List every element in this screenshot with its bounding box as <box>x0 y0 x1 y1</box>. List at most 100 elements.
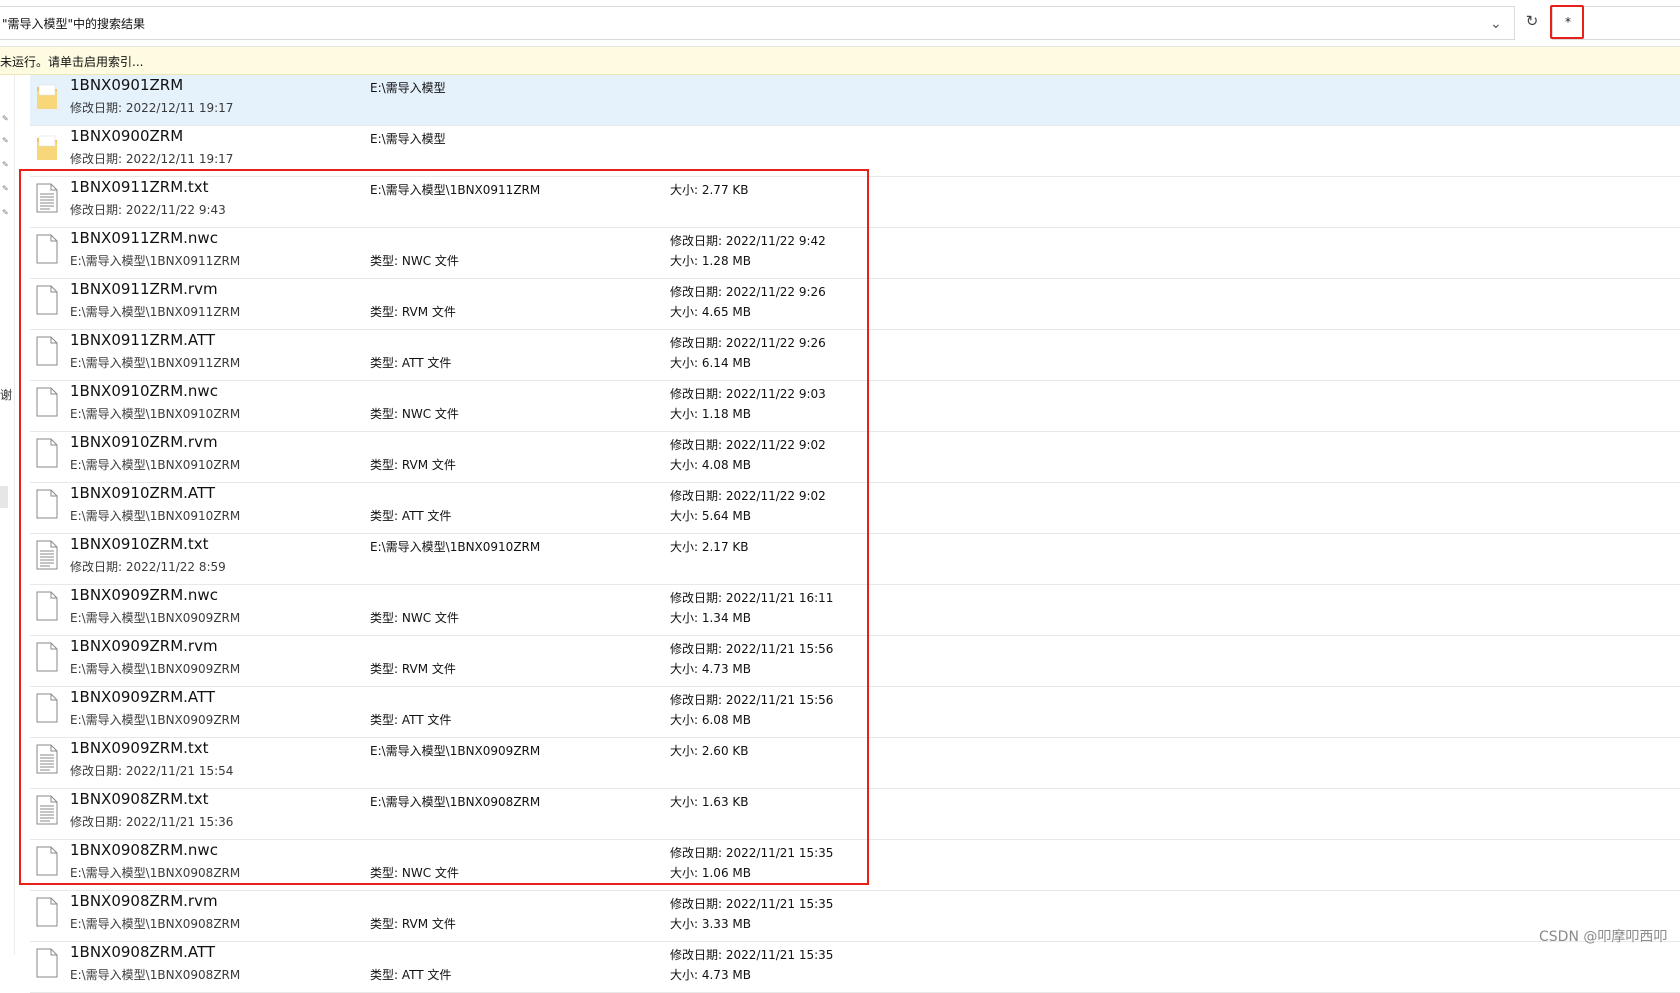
file-location: 类型: NWC 文件 <box>370 611 459 625</box>
file-location: 类型: ATT 文件 <box>370 356 452 370</box>
file-icon <box>36 591 58 621</box>
nav-item-label[interactable]: 谢 <box>0 386 12 403</box>
file-location: 类型: ATT 文件 <box>370 968 452 982</box>
file-row[interactable]: 1BNX0910ZRM.rvm E:\需导入模型\1BNX0910ZRM 类型: R… <box>30 432 1680 483</box>
file-location: E:\需导入模型\1BNX0908ZRM <box>370 795 541 809</box>
file-name: 1BNX0910ZRM.txt <box>70 535 209 553</box>
toolbar-divider <box>1514 8 1515 38</box>
file-name: 1BNX0908ZRM.ATT <box>70 943 216 961</box>
file-icon <box>36 642 58 672</box>
file-row[interactable]: 1BNX0909ZRM.nwc E:\需导入模型\1BNX0909ZRM 类型: N… <box>30 585 1680 636</box>
file-name: 1BNX0901ZRM <box>70 76 184 94</box>
file-location: 类型: NWC 文件 <box>370 407 459 421</box>
file-row[interactable]: 1BNX0908ZRM.txt 修改日期: 2022/11/21 15:36 E:\… <box>30 789 1680 840</box>
file-row[interactable]: 1BNX0911ZRM.rvm E:\需导入模型\1BNX0911ZRM 类型: R… <box>30 279 1680 330</box>
file-row[interactable]: 1BNX0910ZRM.nwc E:\需导入模型\1BNX0910ZRM 类型: N… <box>30 381 1680 432</box>
file-row[interactable]: 1BNX0910ZRM.ATT E:\需导入模型\1BNX0910ZRM 类型: A… <box>30 483 1680 534</box>
file-size: 大小: 6.14 MB <box>670 356 751 370</box>
file-size: 大小: 4.65 MB <box>670 305 751 319</box>
address-bar-text: "需导入模型"中的搜索结果 <box>2 17 146 31</box>
file-location: 类型: ATT 文件 <box>370 509 452 523</box>
file-detail: E:\需导入模型\1BNX0910ZRM <box>70 407 241 421</box>
file-name: 1BNX0909ZRM.rvm <box>70 637 218 655</box>
file-meta: 修改日期: 2022/11/21 15:35 <box>670 897 834 911</box>
file-row[interactable]: 1BNX0911ZRM.nwc E:\需导入模型\1BNX0911ZRM 类型: N… <box>30 228 1680 279</box>
file-detail: E:\需导入模型\1BNX0908ZRM <box>70 866 241 880</box>
file-row[interactable]: 1BNX0900ZRM 修改日期: 2022/12/11 19:17 E:\需导入模… <box>30 126 1680 177</box>
file-detail: 修改日期: 2022/11/22 8:59 <box>70 560 226 574</box>
file-name: 1BNX0900ZRM <box>70 127 184 145</box>
file-icon <box>36 336 58 366</box>
text-file-icon <box>36 183 58 213</box>
file-icon <box>36 489 58 519</box>
navigation-pane: ✎ ✎ ✎ ✎ ✎ 谢 <box>0 75 14 955</box>
file-meta: 修改日期: 2022/11/22 9:02 <box>670 489 826 503</box>
file-detail: 修改日期: 2022/11/21 15:54 <box>70 764 234 778</box>
file-row[interactable]: 1BNX0908ZRM.ATT E:\需导入模型\1BNX0908ZRM 类型: A… <box>30 942 1680 993</box>
address-toolbar: "需导入模型"中的搜索结果 ⌄ ↻ * <box>0 0 1680 47</box>
file-detail: E:\需导入模型\1BNX0909ZRM <box>70 662 241 676</box>
file-location: 类型: RVM 文件 <box>370 458 456 472</box>
file-size: 大小: 1.06 MB <box>670 866 751 880</box>
pin-icon: ✎ <box>2 136 9 145</box>
file-icon <box>36 438 58 468</box>
file-location: 类型: RVM 文件 <box>370 662 456 676</box>
search-highlight-box <box>1550 5 1584 39</box>
pin-icon: ✎ <box>2 184 9 193</box>
file-location: E:\需导入模型 <box>370 132 446 146</box>
file-row[interactable]: 1BNX0911ZRM.txt 修改日期: 2022/11/22 9:43 E:\需… <box>30 177 1680 228</box>
file-detail: E:\需导入模型\1BNX0911ZRM <box>70 305 241 319</box>
file-size: 大小: 6.08 MB <box>670 713 751 727</box>
address-bar[interactable]: "需导入模型"中的搜索结果 ⌄ <box>0 6 1515 40</box>
file-name: 1BNX0911ZRM.nwc <box>70 229 218 247</box>
file-meta: 修改日期: 2022/11/22 9:26 <box>670 336 826 350</box>
file-name: 1BNX0908ZRM.nwc <box>70 841 218 859</box>
pin-icon: ✎ <box>2 160 9 169</box>
text-file-icon <box>36 795 58 825</box>
file-row[interactable]: 1BNX0911ZRM.ATT E:\需导入模型\1BNX0911ZRM 类型: A… <box>30 330 1680 381</box>
refresh-icon[interactable]: ↻ <box>1522 11 1542 31</box>
file-name: 1BNX0911ZRM.txt <box>70 178 209 196</box>
text-file-icon <box>36 744 58 774</box>
file-row[interactable]: 1BNX0910ZRM.txt 修改日期: 2022/11/22 8:59 E:\需… <box>30 534 1680 585</box>
file-name: 1BNX0911ZRM.rvm <box>70 280 218 298</box>
folder-icon <box>36 81 58 111</box>
file-size: 大小: 5.64 MB <box>670 509 751 523</box>
file-name: 1BNX0909ZRM.txt <box>70 739 209 757</box>
file-name: 1BNX0910ZRM.nwc <box>70 382 218 400</box>
file-detail: E:\需导入模型\1BNX0910ZRM <box>70 509 241 523</box>
file-meta: 修改日期: 2022/11/21 15:56 <box>670 693 834 707</box>
file-icon <box>36 846 58 876</box>
file-location: 类型: RVM 文件 <box>370 305 456 319</box>
file-meta: 修改日期: 2022/11/21 16:11 <box>670 591 834 605</box>
file-size: 大小: 1.18 MB <box>670 407 751 421</box>
file-name: 1BNX0910ZRM.ATT <box>70 484 216 502</box>
chevron-down-icon[interactable]: ⌄ <box>1490 16 1502 32</box>
file-name: 1BNX0909ZRM.ATT <box>70 688 216 706</box>
file-meta: 大小: 1.63 KB <box>670 795 749 809</box>
folder-icon <box>36 132 58 162</box>
file-detail: 修改日期: 2022/12/11 19:17 <box>70 152 234 166</box>
file-name: 1BNX0908ZRM.rvm <box>70 892 218 910</box>
file-location: 类型: ATT 文件 <box>370 713 452 727</box>
file-row[interactable]: 1BNX0909ZRM.ATT E:\需导入模型\1BNX0909ZRM 类型: A… <box>30 687 1680 738</box>
file-size: 大小: 1.28 MB <box>670 254 751 268</box>
file-detail: 修改日期: 2022/11/21 15:36 <box>70 815 234 829</box>
index-info-bar[interactable]: 未运行。请单击启用索引... <box>0 47 1680 75</box>
file-row[interactable]: 1BNX0908ZRM.nwc E:\需导入模型\1BNX0908ZRM 类型: N… <box>30 840 1680 891</box>
file-icon <box>36 948 58 978</box>
file-location: E:\需导入模型\1BNX0909ZRM <box>370 744 541 758</box>
file-detail: E:\需导入模型\1BNX0908ZRM <box>70 917 241 931</box>
nav-scroll-thumb[interactable] <box>0 486 8 508</box>
file-row[interactable]: 1BNX0901ZRM 修改日期: 2022/12/11 19:17 E:\需导入模… <box>30 75 1680 126</box>
file-meta: 大小: 2.77 KB <box>670 183 749 197</box>
pin-icon: ✎ <box>2 114 9 123</box>
file-row[interactable]: 1BNX0909ZRM.txt 修改日期: 2022/11/21 15:54 E:\… <box>30 738 1680 789</box>
file-name: 1BNX0908ZRM.txt <box>70 790 209 808</box>
file-row[interactable]: 1BNX0908ZRM.rvm E:\需导入模型\1BNX0908ZRM 类型: R… <box>30 891 1680 942</box>
file-detail: E:\需导入模型\1BNX0911ZRM <box>70 254 241 268</box>
file-meta: 修改日期: 2022/11/22 9:42 <box>670 234 826 248</box>
file-row[interactable]: 1BNX0909ZRM.rvm E:\需导入模型\1BNX0909ZRM 类型: R… <box>30 636 1680 687</box>
file-icon <box>36 897 58 927</box>
watermark: CSDN @叩摩叩西叩 <box>1539 929 1668 945</box>
